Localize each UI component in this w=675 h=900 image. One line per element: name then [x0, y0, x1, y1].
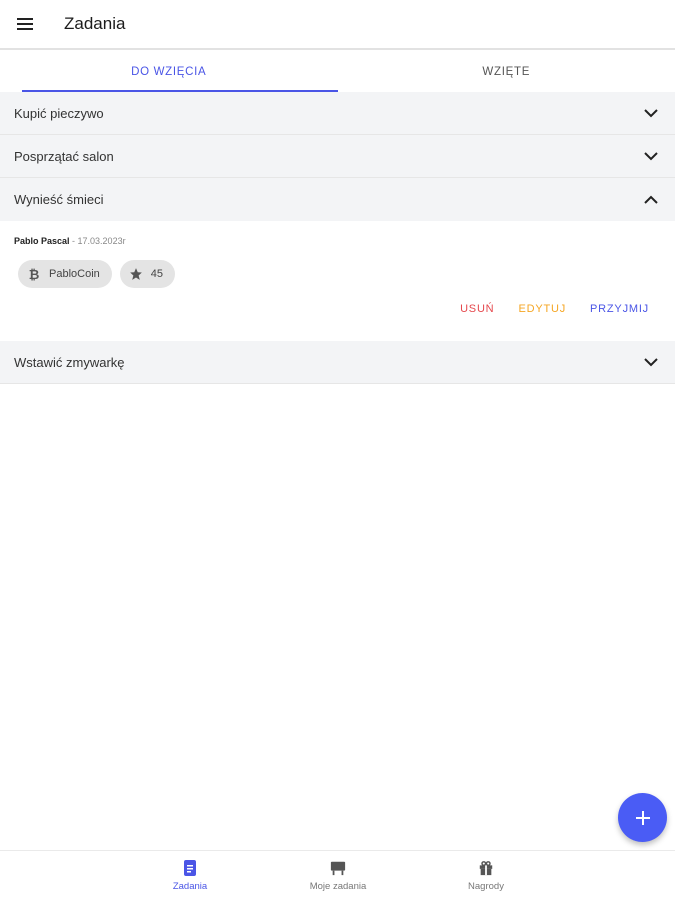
points-label: 45: [150, 268, 164, 280]
task-author: Pablo Pascal: [14, 236, 70, 246]
tab-wziete[interactable]: WZIĘTE: [338, 52, 675, 92]
nav-item-moje-zadania[interactable]: Moje zadania: [293, 859, 383, 892]
delete-button[interactable]: USUŃ: [460, 303, 494, 315]
nav-label: Nagrody: [468, 881, 504, 892]
clipboard-icon: [184, 860, 196, 876]
accept-button[interactable]: PRZYJMIJ: [590, 303, 649, 315]
task-title: Wstawić zmywarkę: [14, 354, 125, 370]
add-task-button[interactable]: [618, 793, 667, 842]
task-title: Posprzątać salon: [14, 148, 114, 164]
task-details: Pablo Pascal - 17.03.2023r ₿ PabloCoin 4…: [0, 221, 675, 341]
app-bar: Zadania: [0, 0, 675, 50]
task-item-wstawic-zmywarke[interactable]: Wstawić zmywarkę: [0, 341, 675, 384]
tab-do-wziecia[interactable]: DO WZIĘCIA: [0, 52, 338, 92]
task-item-wyniesc-smieci[interactable]: Wynieść śmieci: [0, 178, 675, 221]
nav-label: Zadania: [172, 881, 208, 892]
page-title: Zadania: [64, 14, 126, 33]
nav-item-zadania[interactable]: Zadania: [145, 859, 235, 892]
chevron-down-icon[interactable]: [641, 352, 661, 372]
chevron-down-icon[interactable]: [641, 146, 661, 166]
task-meta: Pablo Pascal - 17.03.2023r: [14, 236, 126, 246]
plus-icon: [635, 810, 650, 825]
star-icon: [129, 268, 142, 280]
svg-text:₿: ₿: [29, 268, 40, 281]
task-title: Wynieść śmieci: [14, 192, 104, 207]
reward-chips: ₿ PabloCoin 45: [18, 260, 176, 288]
chevron-up-icon[interactable]: [641, 190, 661, 210]
bottom-navigation: Zadania Moje zadania Nagrody: [0, 850, 675, 900]
hamburger-menu-icon: [17, 18, 33, 30]
task-actions: USUŃ EDYTUJ PRZYJMIJ: [460, 303, 649, 315]
currency-chip: ₿ PabloCoin: [18, 260, 112, 288]
menu-button[interactable]: [0, 0, 50, 49]
points-chip: 45: [119, 260, 176, 288]
bitcoin-icon: ₿: [29, 268, 40, 281]
nav-label: Moje zadania: [309, 881, 367, 892]
task-item-posprzatac-salon[interactable]: Posprzątać salon: [0, 135, 675, 178]
currency-label: PabloCoin: [49, 268, 100, 280]
edit-button[interactable]: EDYTUJ: [518, 303, 566, 315]
task-title: Kupić pieczywo: [14, 105, 104, 121]
chevron-down-icon[interactable]: [641, 103, 661, 123]
tab-bar: DO WZIĘCIA WZIĘTE: [0, 52, 675, 92]
task-list: Kupić pieczywo Posprzątać salon Wynieść …: [0, 92, 675, 384]
task-date: - 17.03.2023r: [69, 236, 126, 246]
board-icon: [330, 861, 346, 876]
nav-item-nagrody[interactable]: Nagrody: [441, 859, 531, 892]
gift-icon: [479, 861, 493, 876]
task-item-kupic-pieczywo[interactable]: Kupić pieczywo: [0, 92, 675, 135]
